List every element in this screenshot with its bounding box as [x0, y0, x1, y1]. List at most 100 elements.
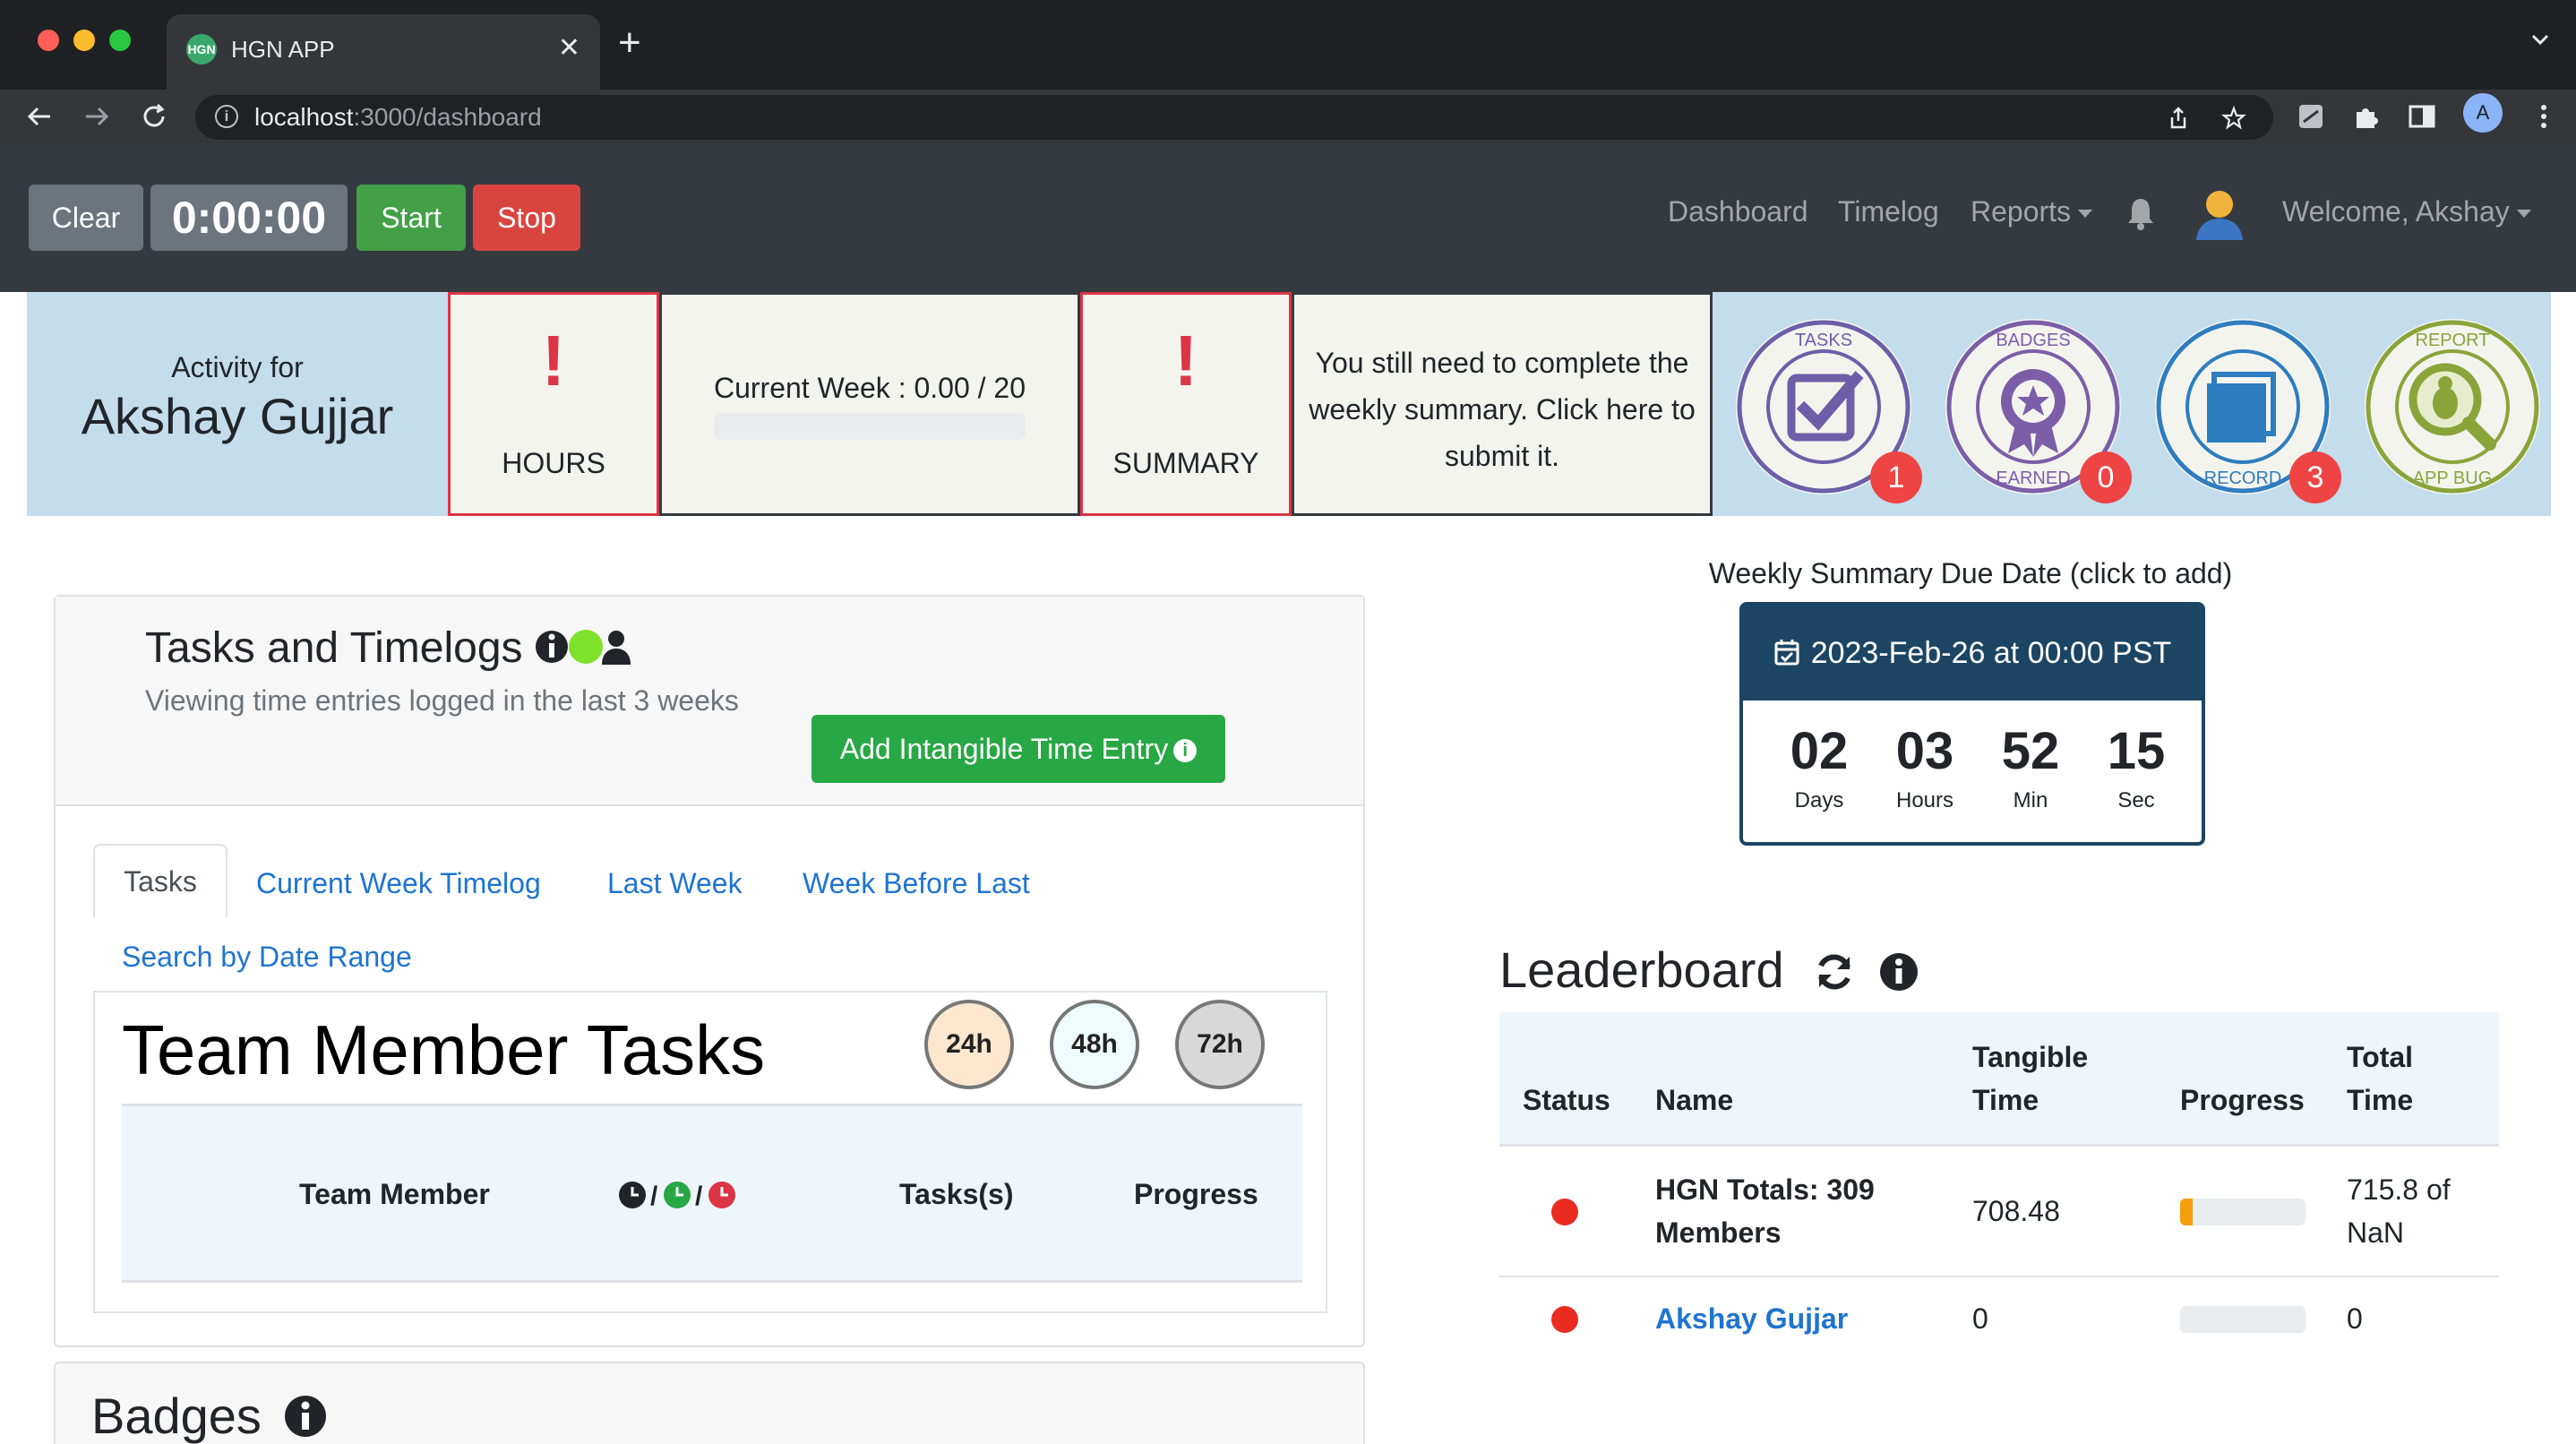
leaderboard-table: Status Name Tangible Time Progress Total… — [1499, 1012, 2499, 1442]
column-progress: Progress — [1134, 1178, 1258, 1210]
window-close-button[interactable] — [38, 30, 59, 51]
site-info-icon[interactable]: i — [215, 105, 238, 128]
forward-icon[interactable] — [81, 100, 113, 133]
svg-text:/: / — [650, 1182, 658, 1211]
tab-last-week[interactable]: Last Week — [607, 864, 743, 903]
notification-bell-icon[interactable] — [2125, 195, 2157, 231]
tab-search-chevron-icon[interactable] — [2528, 27, 2553, 52]
clock-black-icon — [619, 1182, 646, 1208]
status-dot — [1551, 1199, 1578, 1225]
profile-avatar[interactable]: A — [2463, 93, 2503, 133]
countdown-seconds: 15 Sec — [2107, 722, 2166, 812]
status-dot — [1551, 1306, 1578, 1333]
tab-week-before-last[interactable]: Week Before Last — [803, 864, 1030, 903]
lb-user-link[interactable]: Akshay Gujjar — [1655, 1297, 1848, 1340]
lb-column-status: Status — [1523, 1084, 1610, 1116]
extension-icon[interactable] — [2295, 100, 2327, 133]
due-date-text: 2023-Feb-26 at 00:00 PST — [1810, 636, 2172, 670]
window-zoom-button[interactable] — [109, 30, 131, 51]
badge-count-earned: 0 — [2080, 451, 2132, 503]
refresh-icon[interactable] — [1814, 951, 1855, 993]
weekly-summary-countdown[interactable]: 2023-Feb-26 at 00:00 PST 02 Days 03 Hours … — [1739, 602, 2205, 846]
timer-start-button[interactable]: Start — [356, 185, 466, 251]
badge-count-blue-square: 3 — [2289, 451, 2341, 503]
tab-search-by-date-range[interactable]: Search by Date Range — [122, 937, 412, 976]
leaderboard-row-totals: HGN Totals: 309 Members 708.48 715.8 of … — [1499, 1147, 2499, 1277]
filter-72h-button[interactable]: 72h — [1175, 1000, 1265, 1089]
url-input[interactable]: i localhost:3000/dashboard — [195, 95, 2273, 140]
extensions-puzzle-icon[interactable] — [2350, 100, 2383, 133]
lb-row-total: 0 — [2347, 1302, 2363, 1335]
countdown-hours: 03 Hours — [1895, 722, 1954, 812]
column-tasks: Tasks(s) — [899, 1178, 1014, 1210]
badge-count-tasks: 1 — [1870, 451, 1922, 503]
leaderboard-row-user: Akshay Gujjar 0 0 — [1499, 1277, 2499, 1367]
tab-title: HGN APP — [231, 36, 335, 63]
nav-timelog-link[interactable]: Timelog — [1838, 190, 1939, 233]
lb-row-total: 715.8 of — [2347, 1173, 2451, 1206]
window-minimize-button[interactable] — [73, 30, 95, 51]
timer-display: 0:00:00 — [150, 185, 348, 251]
activity-summary-strip: Activity for Akshay Gujjar ! HOURS Curre… — [27, 292, 2551, 516]
share-icon[interactable] — [2166, 106, 2191, 131]
status-green-dot-icon — [569, 630, 603, 664]
report-app-bug-icon[interactable]: REPORT APP BUG — [2365, 319, 2540, 494]
timer-clear-button[interactable]: Clear — [29, 185, 143, 251]
chevron-down-icon — [2078, 210, 2093, 219]
current-week-text: Current Week : 0.00 / 20 — [713, 372, 1026, 404]
summary-alert-icon: ! — [1173, 321, 1198, 400]
tab-close-icon[interactable]: ✕ — [558, 32, 580, 64]
lb-column-progress: Progress — [2180, 1084, 2305, 1116]
lb-column-total-2: Time — [2347, 1084, 2414, 1116]
lb-row-progress-bar — [2180, 1199, 2306, 1225]
filter-24h-button[interactable]: 24h — [924, 1000, 1014, 1089]
clock-green-icon — [664, 1182, 691, 1208]
hours-status-box[interactable]: ! HOURS — [448, 292, 659, 516]
timer-stop-button[interactable]: Stop — [473, 185, 580, 251]
lb-row-name-2: Members — [1655, 1216, 1782, 1249]
column-team-member: Team Member — [299, 1178, 490, 1210]
tasks-title-icons — [536, 630, 631, 665]
weekly-summary-due-label[interactable]: Weekly Summary Due Date (click to add) — [1523, 554, 2418, 593]
scroll-fade — [1433, 1397, 2576, 1444]
nav-reports-dropdown[interactable]: Reports — [1971, 190, 2093, 233]
clock-red-icon — [708, 1182, 735, 1208]
reload-icon[interactable] — [138, 100, 170, 133]
bookmark-star-icon[interactable] — [2221, 106, 2246, 131]
team-member-tasks-header: Team Member / / Tasks(s) Progress — [122, 1104, 1302, 1283]
activity-user-name: Akshay Gujjar — [81, 388, 394, 444]
new-tab-icon[interactable]: + — [618, 23, 641, 63]
url-text: localhost:3000/dashboard — [254, 103, 542, 131]
svg-text:/: / — [695, 1182, 703, 1211]
tab-current-week-timelog[interactable]: Current Week Timelog — [256, 864, 541, 903]
browser-tab[interactable]: HGN HGN APP ✕ — [167, 14, 600, 90]
browser-menu-icon[interactable] — [2528, 100, 2560, 133]
info-icon[interactable] — [1878, 951, 1919, 993]
summary-status-box[interactable]: ! SUMMARY — [1080, 292, 1292, 516]
time-status-legend-icons: / / — [619, 1182, 735, 1211]
filter-48h-button[interactable]: 48h — [1050, 1000, 1139, 1089]
tab-tasks[interactable]: Tasks — [93, 844, 228, 917]
info-icon[interactable] — [536, 631, 568, 663]
browser-tab-bar: HGN HGN APP ✕ + — [0, 0, 2576, 90]
lb-column-tangible-2: Time — [1972, 1084, 2039, 1116]
lb-row-total-2: NaN — [2347, 1216, 2405, 1249]
user-welcome-dropdown[interactable]: Welcome, Akshay — [2282, 190, 2531, 233]
side-panel-icon[interactable] — [2406, 100, 2438, 133]
nav-dashboard-link[interactable]: Dashboard — [1668, 190, 1808, 233]
lb-row-tangible: 0 — [1972, 1302, 1988, 1335]
app-navbar: Clear 0:00:00 Start Stop Dashboard Timel… — [0, 143, 2576, 292]
info-icon: i — [1173, 739, 1198, 762]
user-avatar-icon[interactable] — [2193, 185, 2246, 242]
back-icon[interactable] — [23, 100, 56, 133]
user-person-icon[interactable] — [602, 631, 631, 665]
weekly-summary-reminder[interactable]: You still need to complete the weekly su… — [1292, 292, 1713, 516]
browser-address-bar: i localhost:3000/dashboard A — [0, 90, 2576, 143]
due-date-header: 2023-Feb-26 at 00:00 PST — [1743, 606, 2202, 701]
badges-card-title: Badges — [91, 1387, 328, 1444]
activity-prefix: Activity for — [171, 351, 304, 383]
info-icon[interactable] — [283, 1394, 328, 1439]
add-intangible-time-button[interactable]: Add Intangible Time Entry i — [811, 715, 1225, 783]
hours-label: HOURS — [502, 447, 605, 479]
current-week-box: Current Week : 0.00 / 20 — [659, 292, 1080, 516]
